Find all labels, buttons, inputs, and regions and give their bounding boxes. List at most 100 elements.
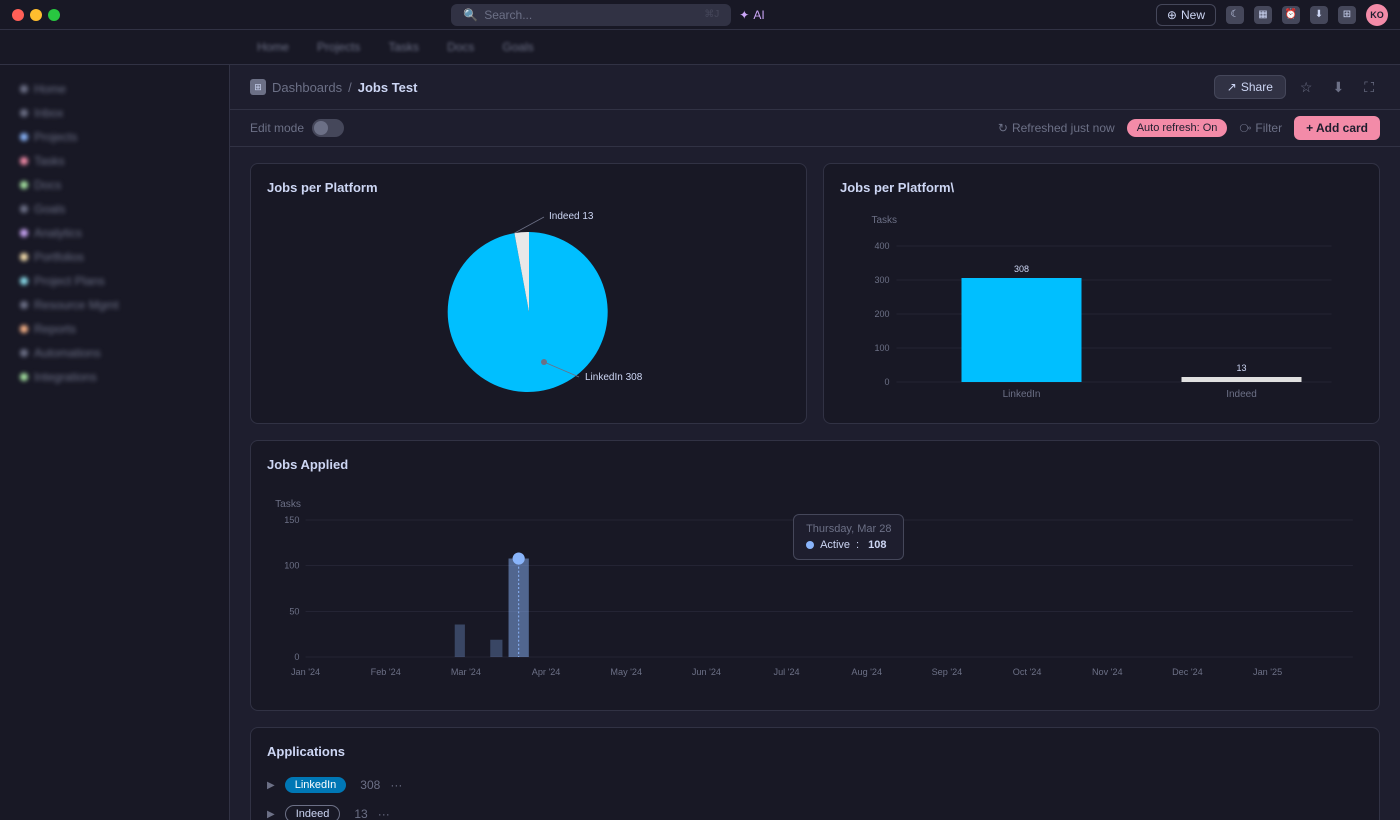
applications-card: Applications ▶ LinkedIn 308 ··· ▶ Indeed…	[250, 727, 1380, 820]
notifications-icon[interactable]: ☾	[1226, 6, 1244, 24]
indeed-more[interactable]: ···	[378, 807, 390, 820]
auto-refresh-button[interactable]: Auto refresh: On	[1127, 119, 1228, 137]
x-mar24: Mar '24	[451, 667, 481, 677]
linkedin-tag[interactable]: LinkedIn	[285, 777, 347, 793]
sidebar-item-2[interactable]: Inbox	[8, 101, 221, 125]
pie-container: Indeed 13 LinkedIn 308	[267, 207, 790, 407]
content-area: ⊞ Dashboards / Jobs Test ↗ Share ☆ ⬇ ⛶ E…	[230, 65, 1400, 820]
line-y-label: Tasks	[275, 499, 301, 510]
x-feb24: Feb '24	[371, 667, 401, 677]
clock-icon[interactable]: ⏰	[1282, 6, 1300, 24]
avatar[interactable]: KO	[1366, 4, 1388, 26]
tab-3[interactable]: Tasks	[376, 36, 431, 58]
refresh-status: ↻ Refreshed just now	[998, 121, 1115, 135]
filter-button[interactable]: ⧂ Filter	[1239, 121, 1282, 136]
indeed-label-line	[514, 217, 544, 233]
linkedin-more[interactable]: ···	[390, 778, 402, 792]
sidebar-dot-3	[20, 133, 28, 141]
ai-button[interactable]: ✦ AI	[739, 8, 764, 22]
titlebar-center: 🔍 Search... ⌘J ✦ AI	[68, 4, 1148, 26]
sidebar-dot-8	[20, 253, 28, 261]
sidebar-item-11[interactable]: Reports	[8, 317, 221, 341]
star-button[interactable]: ☆	[1294, 77, 1319, 98]
sidebar-label-2: Inbox	[34, 106, 63, 120]
share-label: Share	[1241, 80, 1273, 94]
sidebar-item-6[interactable]: Goals	[8, 197, 221, 221]
indeed-bar[interactable]	[1182, 377, 1302, 382]
share-icon: ↗	[1227, 80, 1237, 94]
add-card-button[interactable]: + Add card	[1294, 116, 1380, 140]
x-dec24: Dec '24	[1172, 667, 1203, 677]
search-bar[interactable]: 🔍 Search... ⌘J	[451, 4, 731, 26]
line-chart-svg: Tasks 0 50 100 150 Jan '24 Feb '24	[267, 484, 1363, 694]
indeed-bar-label: 13	[1236, 363, 1246, 373]
share-button[interactable]: ↗ Share	[1214, 75, 1286, 99]
sidebar-label-4: Tasks	[34, 154, 65, 168]
y-tick-0: 0	[884, 377, 889, 387]
ai-label: AI	[753, 8, 764, 22]
dashboard-scroll: Jobs per Platform Indeed 13	[230, 147, 1400, 820]
search-icon: 🔍	[463, 8, 478, 22]
tab-5[interactable]: Goals	[490, 36, 545, 58]
linkedin-label: LinkedIn 308	[585, 372, 643, 383]
edit-mode-toggle[interactable]	[312, 119, 344, 137]
sidebar-label-13: Integrations	[34, 370, 97, 384]
bar-chart-container: Tasks 0 100 200 300 400	[840, 207, 1363, 407]
sidebar-item-1[interactable]: Home	[8, 77, 221, 101]
linkedin-count: 308	[360, 778, 380, 792]
sidebar-item-8[interactable]: Portfolios	[8, 245, 221, 269]
y-tick-200: 200	[874, 309, 889, 319]
sidebar-item-5[interactable]: Docs	[8, 173, 221, 197]
y-tick-300: 300	[874, 275, 889, 285]
grid-icon[interactable]: ⊞	[1338, 6, 1356, 24]
sidebar-label-12: Automations	[34, 346, 101, 360]
bar-chart-title: Jobs per Platform\	[840, 180, 1363, 195]
bar-chart-svg: Tasks 0 100 200 300 400	[840, 207, 1363, 407]
sidebar-item-10[interactable]: Resource Mgmt	[8, 293, 221, 317]
search-shortcut: ⌘J	[704, 9, 719, 20]
pie-chart-card: Jobs per Platform Indeed 13	[250, 163, 807, 424]
download-page-button[interactable]: ⬇	[1326, 77, 1350, 98]
header-actions: ↗ Share ☆ ⬇ ⛶	[1214, 75, 1380, 99]
refresh-label: Refreshed just now	[1012, 121, 1115, 135]
plus-icon: ⊕	[1167, 8, 1177, 22]
x-label-linkedin: LinkedIn	[1003, 389, 1041, 400]
sidebar-label-3: Projects	[34, 130, 77, 144]
close-button[interactable]	[12, 9, 24, 21]
fullscreen-button[interactable]: ⛶	[1358, 77, 1380, 98]
minimize-button[interactable]	[30, 9, 42, 21]
edit-mode-label: Edit mode	[250, 121, 304, 135]
maximize-button[interactable]	[48, 9, 60, 21]
sidebar: Home Inbox Projects Tasks Docs Goals	[0, 65, 230, 820]
expand-indeed[interactable]: ▶	[267, 809, 275, 820]
linkedin-bar[interactable]	[962, 278, 1082, 382]
dashboard-icon: ⊞	[250, 79, 266, 95]
sidebar-item-9[interactable]: Project Plans	[8, 269, 221, 293]
tab-4[interactable]: Docs	[435, 36, 486, 58]
sidebar-label-8: Portfolios	[34, 250, 84, 264]
download-icon[interactable]: ⬇	[1310, 6, 1328, 24]
sidebar-item-3[interactable]: Projects	[8, 125, 221, 149]
sidebar-item-4[interactable]: Tasks	[8, 149, 221, 173]
breadcrumb-parent[interactable]: Dashboards	[272, 80, 342, 95]
breadcrumb-separator: /	[348, 80, 352, 95]
breadcrumb: ⊞ Dashboards / Jobs Test	[250, 79, 417, 95]
sidebar-item-12[interactable]: Automations	[8, 341, 221, 365]
indeed-tag[interactable]: Indeed	[285, 805, 341, 820]
tab-2[interactable]: Projects	[305, 36, 372, 58]
sidebar-item-13[interactable]: Integrations	[8, 365, 221, 389]
sidebar-section: Home Inbox Projects Tasks Docs Goals	[0, 73, 229, 393]
expand-linkedin[interactable]: ▶	[267, 780, 275, 791]
x-label-indeed: Indeed	[1226, 389, 1257, 400]
x-apr24: Apr '24	[532, 667, 561, 677]
tab-1[interactable]: Home	[245, 36, 301, 58]
sidebar-label-1: Home	[34, 82, 66, 96]
sidebar-item-7[interactable]: Analytics	[8, 221, 221, 245]
new-button[interactable]: ⊕ New	[1156, 4, 1216, 26]
x-jun24: Jun '24	[692, 667, 721, 677]
calendar-icon[interactable]: ▦	[1254, 6, 1272, 24]
sidebar-label-11: Reports	[34, 322, 76, 336]
y-axis-label: Tasks	[872, 215, 898, 226]
line-y-0: 0	[294, 652, 299, 662]
sidebar-dot-10	[20, 301, 28, 309]
